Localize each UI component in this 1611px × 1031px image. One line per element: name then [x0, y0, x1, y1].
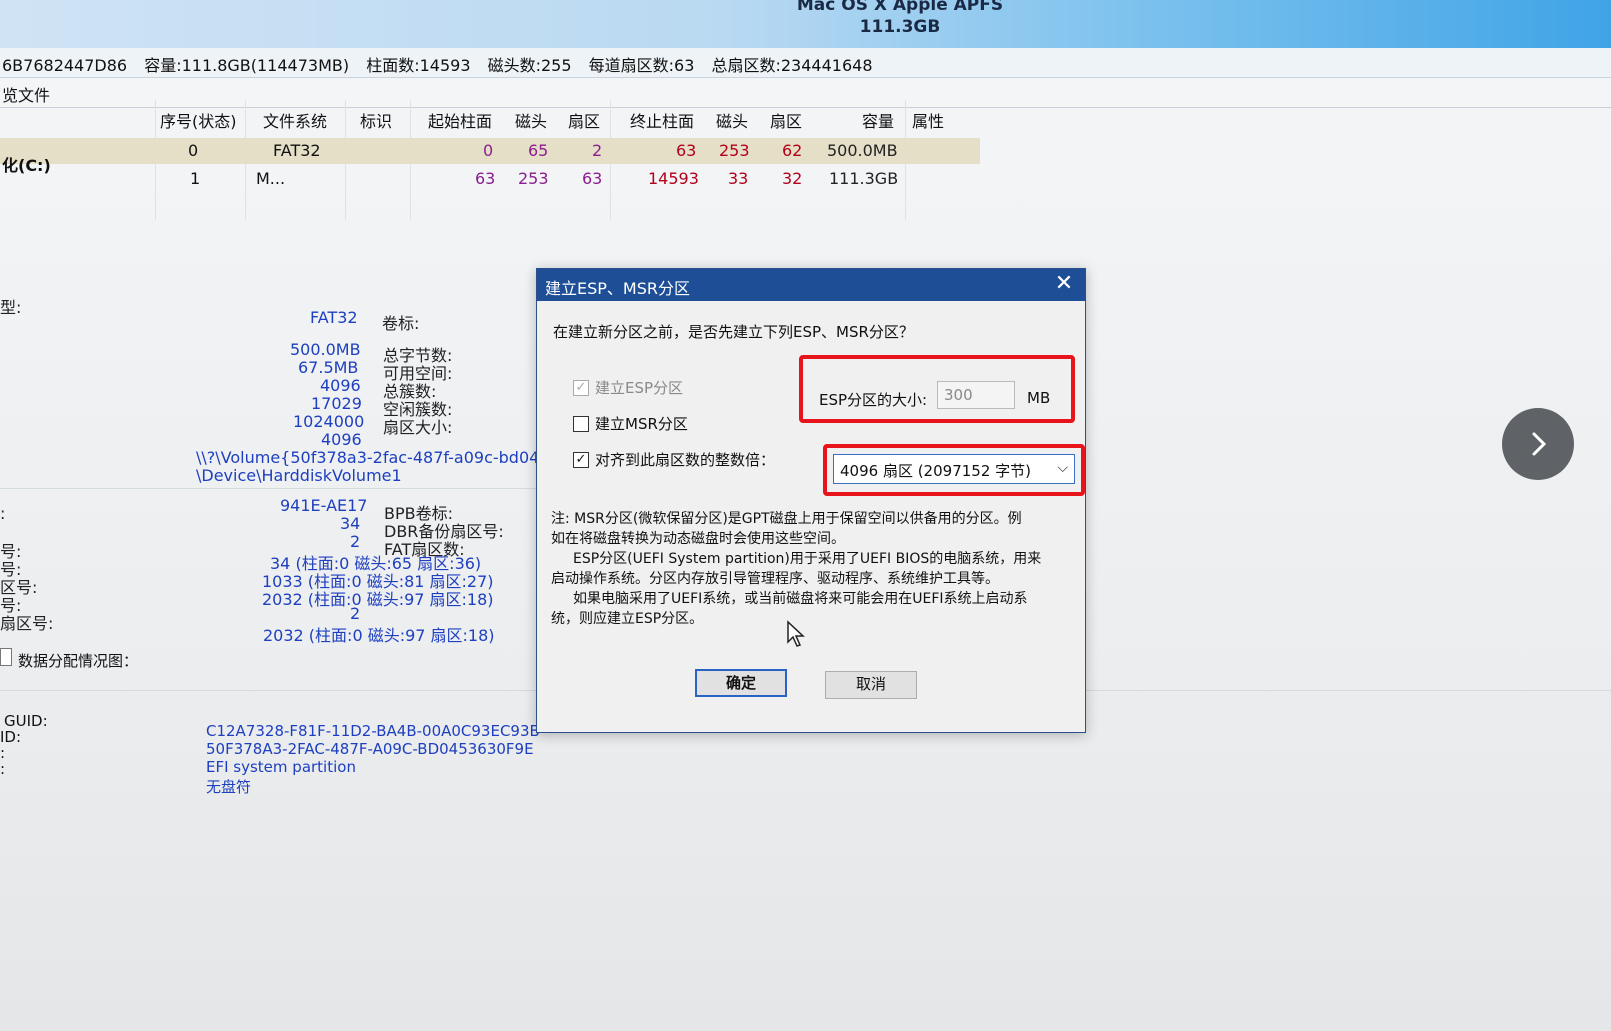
detail-sector-count: 1024000 [293, 412, 365, 431]
align-checkbox[interactable]: ✓ [573, 451, 589, 468]
create-msr-label: 建立MSR分区 [595, 415, 688, 433]
partition-name: EFI system partition [206, 758, 356, 776]
alloc-map-toggle[interactable] [0, 648, 12, 666]
detail-root-cluster: 2 [350, 604, 361, 623]
esp-size-label: ESP分区的大小: [819, 391, 928, 409]
create-esp-checkbox-row[interactable]: ✓ 建立ESP分区 [573, 377, 683, 398]
align-selected-value: 4096 扇区 (2097152 字节) [840, 462, 1031, 480]
col-end-head[interactable]: 磁头 [716, 108, 748, 132]
detail-fs: FAT32 [310, 308, 358, 327]
mouse-cursor-icon [787, 620, 805, 647]
detail-free-space: 67.5MB [298, 358, 359, 377]
dialog-title-bar: 建立ESP、MSR分区 ✕ [537, 269, 1085, 301]
detail-reserved: 34 [340, 514, 361, 533]
chevron-right-icon [1532, 432, 1547, 456]
detail-device-path: \Device\HarddiskVolume1 [196, 466, 402, 485]
disk-capacity: 容量:111.8GB(114473MB) [144, 56, 350, 75]
detail-fat-count: 2 [350, 532, 361, 551]
ok-button[interactable]: 确定 [695, 669, 787, 697]
detail-root-dir: 2032 (柱面:0 磁头:97 扇区:18) [262, 590, 494, 609]
col-start-head[interactable]: 磁头 [515, 108, 547, 132]
disk-total-sectors: 总扇区数:234441648 [711, 56, 873, 75]
detail-volume-path: \\?\Volume{50f378a3-2fac-487f-a09c-bd045 [196, 448, 550, 467]
col-attributes[interactable]: 属性 [912, 108, 944, 132]
col-capacity[interactable]: 容量 [862, 108, 894, 132]
drive-letter: 无盘符 [206, 778, 252, 796]
next-page-button[interactable] [1502, 408, 1574, 480]
col-flag[interactable]: 标识 [360, 108, 392, 132]
partition-details: 型: FAT32 卷标: 500.0MB 总字节数: 67.5MB 可用空间: … [0, 298, 550, 645]
detail-data-start: 2032 (柱面:0 磁头:97 扇区:18) [263, 626, 495, 645]
alloc-map-label: 数据分配情况图： [18, 652, 139, 670]
disk-sectors-per-track: 每道扇区数:63 [588, 56, 695, 75]
create-esp-checkbox[interactable]: ✓ [573, 379, 589, 396]
volume-fs-label: Mac OS X Apple APFS [796, 0, 1004, 15]
detail-sector-size: 4096 [321, 430, 362, 449]
col-start-cylinder[interactable]: 起始柱面 [428, 108, 492, 132]
esp-size-unit: MB [1027, 389, 1051, 407]
esp-size-input[interactable] [937, 381, 1015, 409]
detail-cluster-size: 4096 [320, 376, 361, 395]
dialog-note: 注: MSR分区(微软保留分区)是GPT磁盘上用于保留空间以供备用的分区。例 如… [551, 511, 1042, 627]
create-msr-checkbox[interactable] [573, 415, 589, 432]
col-end-sector[interactable]: 扇区 [770, 108, 802, 132]
dialog-title: 建立ESP、MSR分区 [545, 279, 690, 298]
align-checkbox-row[interactable]: ✓ 对齐到此扇区数的整数倍： [573, 449, 775, 470]
col-filesystem[interactable]: 文件系统 [263, 108, 327, 132]
volume-size-label: 111.3GB [859, 17, 941, 37]
disk-heads: 磁头数:255 [487, 56, 572, 75]
col-start-sector[interactable]: 扇区 [568, 108, 600, 132]
disk-id: 6B7682447D86 [2, 56, 128, 75]
create-esp-label: 建立ESP分区 [595, 379, 684, 397]
col-end-cylinder[interactable]: 终止柱面 [630, 108, 694, 132]
partition-guid: 50F378A3-2FAC-487F-A09C-BD0453630F9E [206, 740, 534, 758]
col-index[interactable]: 序号(状态) [160, 108, 237, 132]
create-esp-msr-dialog: 建立ESP、MSR分区 ✕ 在建立新分区之前，是否先建立下列ESP、MSR分区？… [536, 268, 1086, 733]
close-icon[interactable]: ✕ [1053, 273, 1075, 295]
partition-table: 序号(状态) 文件系统 标识 起始柱面 磁头 扇区 终止柱面 磁头 扇区 容量 … [0, 100, 980, 220]
align-sectors-select[interactable]: 4096 扇区 (2097152 字节) ⌵ [833, 454, 1075, 484]
dialog-question: 在建立新分区之前，是否先建立下列ESP、MSR分区？ [553, 323, 914, 341]
detail-total-clusters: 17029 [311, 394, 362, 413]
create-msr-checkbox-row[interactable]: 建立MSR分区 [573, 413, 688, 434]
disk-info-bar: 6B7682447D86 容量:111.8GB(114473MB) 柱面数:14… [0, 48, 1611, 78]
table-row[interactable]: 0 FAT32 0 65 2 63 253 62 500.0MB [0, 138, 980, 164]
disk-cylinders: 柱面数:14593 [366, 56, 471, 75]
align-label: 对齐到此扇区数的整数倍： [595, 451, 776, 469]
table-row[interactable]: 化(C:) 1 M... 63 253 63 14593 33 32 111.3… [0, 156, 980, 192]
table-header: 序号(状态) 文件系统 标识 起始柱面 磁头 扇区 终止柱面 磁头 扇区 容量 … [0, 108, 980, 134]
volume-title: Mac OS X Apple APFS 111.3GB [770, 0, 1030, 38]
chevron-down-icon: ⌵ [1057, 460, 1068, 476]
detail-serial: 941E-AE17 [280, 496, 368, 515]
detail-total-size: 500.0MB [290, 340, 361, 359]
type-guid: C12A7328-F81F-11D2-BA4B-00A0C93EC93B [206, 722, 540, 740]
cancel-button[interactable]: 取消 [825, 671, 917, 699]
